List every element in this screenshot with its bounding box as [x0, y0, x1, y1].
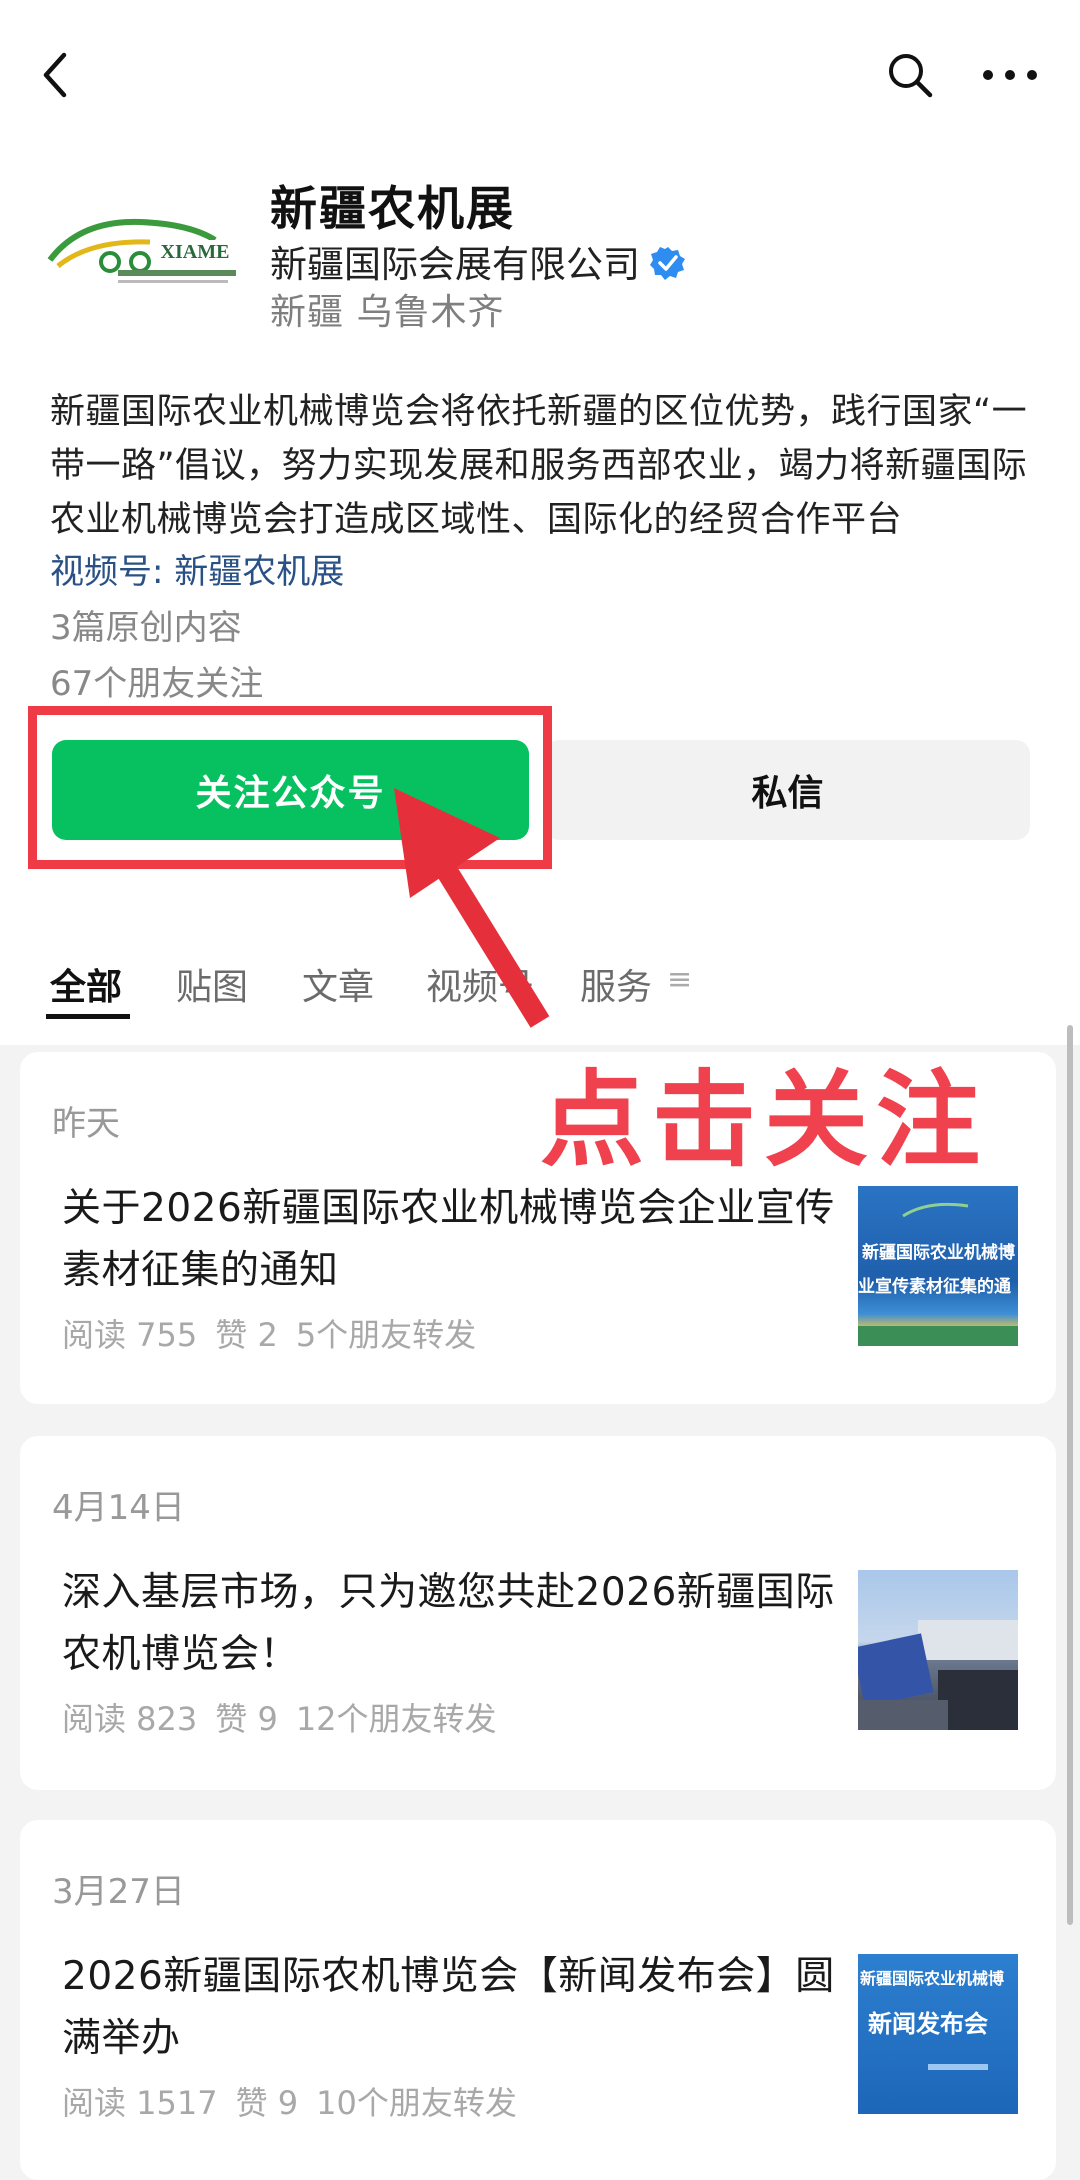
article-likes: 赞 2	[215, 1316, 278, 1354]
tab-all[interactable]: 全部	[50, 958, 122, 1010]
article-shares: 12个朋友转发	[295, 1700, 497, 1738]
tab-menu-icon[interactable]: ≡	[667, 962, 692, 997]
verified-badge-icon	[650, 245, 686, 290]
tab-articles[interactable]: 文章	[302, 958, 374, 1010]
friends-following[interactable]: 67个朋友关注	[50, 656, 263, 705]
article-card[interactable]: 4月14日 深入基层市场，只为邀您共赴2026新疆国际农机博览会！ 阅读 823…	[20, 1436, 1056, 1790]
logo-text: XIAME	[161, 241, 230, 263]
original-count[interactable]: 3篇原创内容	[50, 600, 242, 649]
article-thumbnail[interactable]: 新疆国际农业机械博 业宣传素材征集的通	[858, 1186, 1018, 1346]
back-arrow-icon[interactable]	[30, 45, 80, 105]
company-name[interactable]: 新疆国际会展有限公司	[270, 234, 686, 290]
tab-services[interactable]: 服务	[580, 958, 652, 1010]
article-reads: 阅读 755	[62, 1316, 198, 1354]
article-reads: 阅读 1517	[62, 2084, 218, 2122]
article-date: 3月27日	[52, 1872, 185, 1912]
article-meta: 阅读 755 赞 2 5个朋友转发	[62, 1310, 494, 1356]
article-meta: 阅读 1517 赞 9 10个朋友转发	[62, 2078, 535, 2124]
article-date: 昨天	[52, 1104, 120, 1144]
article-title[interactable]: 关于2026新疆国际农业机械博览会企业宣传素材征集的通知	[62, 1178, 852, 1302]
article-thumbnail[interactable]: 新疆国际农业机械博 新闻发布会	[858, 1954, 1018, 2114]
article-reads: 阅读 823	[62, 1700, 198, 1738]
account-name: 新疆农机展	[270, 182, 515, 237]
article-likes: 赞 9	[215, 1700, 278, 1738]
thumb-line-2: 业宣传素材征集的通	[858, 1276, 1011, 1297]
scrollbar[interactable]	[1067, 1025, 1073, 1925]
annotation-text: 点击关注	[540, 1059, 989, 1181]
account-location: 新疆 乌鲁木齐	[270, 292, 505, 333]
tab-images[interactable]: 贴图	[176, 958, 248, 1010]
article-likes: 赞 9	[235, 2084, 299, 2122]
thumb-line-1: 新疆国际农业机械博	[862, 1242, 1015, 1263]
thumb-line-1: 新疆国际农业机械博	[860, 1969, 1004, 1988]
account-logo: XIAME	[40, 200, 240, 290]
more-dots-icon[interactable]	[975, 45, 1045, 105]
article-title[interactable]: 2026新疆国际农机博览会【新闻发布会】圆满举办	[62, 1946, 852, 2070]
video-channel-link[interactable]: 视频号: 新疆农机展	[50, 544, 344, 593]
article-shares: 10个朋友转发	[316, 2084, 517, 2122]
thumb-line-2: 新闻发布会	[868, 2010, 988, 2038]
article-date: 4月14日	[52, 1488, 185, 1528]
article-shares: 5个朋友转发	[295, 1316, 477, 1354]
article-title[interactable]: 深入基层市场，只为邀您共赴2026新疆国际农机博览会！	[62, 1562, 852, 1686]
article-card[interactable]: 3月27日 2026新疆国际农机博览会【新闻发布会】圆满举办 阅读 1517 赞 …	[20, 1820, 1056, 2180]
article-thumbnail[interactable]	[858, 1570, 1018, 1730]
company-name-text: 新疆国际会展有限公司	[270, 243, 640, 286]
annotation-arrow-icon	[394, 788, 550, 1028]
message-button[interactable]: 私信	[545, 740, 1030, 840]
article-meta: 阅读 823 赞 9 12个朋友转发	[62, 1694, 515, 1740]
search-icon[interactable]	[880, 45, 940, 105]
active-tab-indicator	[46, 1014, 130, 1019]
account-description: 新疆国际农业机械博览会将依托新疆的区位优势，践行国家“一带一路”倡议，努力实现发…	[50, 392, 1028, 540]
